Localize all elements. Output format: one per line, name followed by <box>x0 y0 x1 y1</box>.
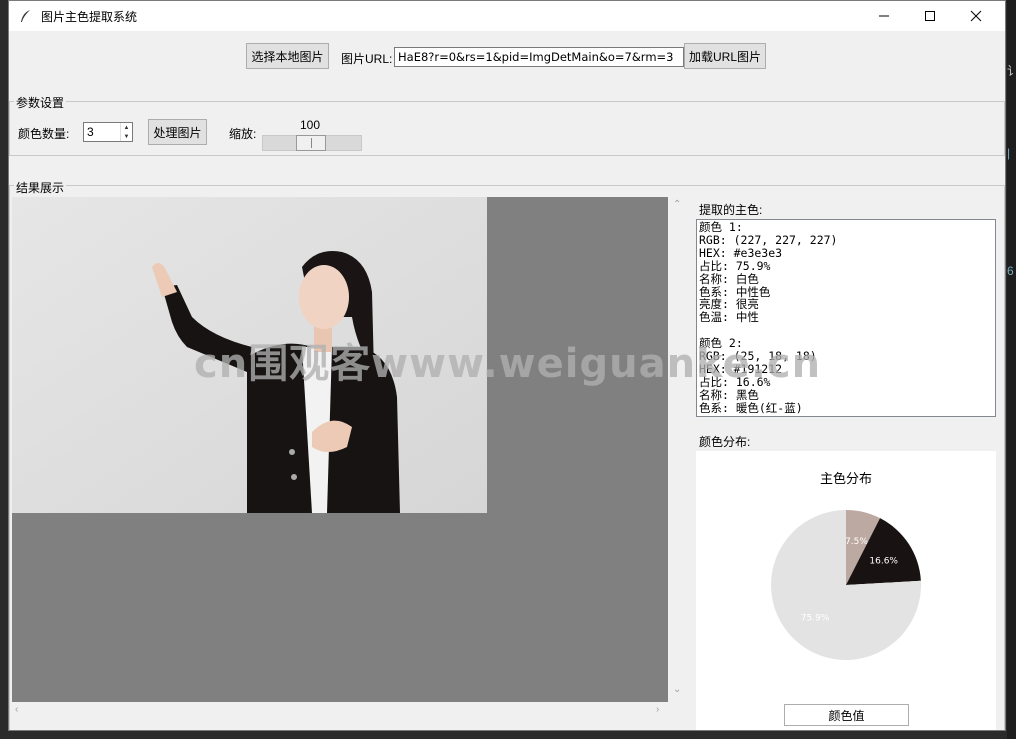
canvas-horizontal-scrollbar[interactable]: ‹ › <box>12 703 668 720</box>
spin-down-icon[interactable]: ▼ <box>124 134 130 140</box>
maximize-icon <box>925 11 935 21</box>
scroll-down-icon[interactable]: ⌄ <box>673 684 681 695</box>
maximize-button[interactable] <box>907 1 953 31</box>
color-count-spinbox[interactable]: 3 ▲ ▼ <box>83 122 133 142</box>
process-image-button[interactable]: 处理图片 <box>148 119 207 145</box>
minimize-button[interactable] <box>861 1 907 31</box>
pie-label-75.9%: 75.9% <box>801 614 830 624</box>
minimize-icon <box>879 15 889 17</box>
bg-glyph-3: 6 <box>1007 264 1014 278</box>
chart-title: 主色分布 <box>820 471 872 487</box>
color-count-value: 3 <box>87 125 94 139</box>
pie-chart: 主色分布 7.5%16.6% 75.9% <box>771 471 921 660</box>
pie-label-7.5%: 7.5% <box>845 537 868 547</box>
scroll-left-icon[interactable]: ‹ <box>15 704 18 715</box>
window-title: 图片主色提取系统 <box>41 9 138 24</box>
image-canvas[interactable] <box>12 197 668 702</box>
close-icon <box>970 10 982 22</box>
canvas-vertical-scrollbar[interactable]: ⌃ ⌄ <box>669 197 687 702</box>
close-button[interactable] <box>953 1 999 31</box>
pie-chart-panel: 主色分布 7.5% 16.6% 75.9% <box>696 451 996 730</box>
results-group-title: 结果展示 <box>14 179 67 196</box>
url-input[interactable]: HaE8?r=0&rs=1&pid=ImgDetMain&o=7&rm=3 <box>394 47 684 67</box>
select-local-image-button[interactable]: 选择本地图片 <box>246 43 329 69</box>
app-window: 图片主色提取系统 选择本地图片 图片URL: HaE8?r=0&rs=1&pid… <box>8 0 1006 731</box>
params-group-title: 参数设置 <box>14 94 67 111</box>
bg-glyph-2: | <box>1007 146 1011 160</box>
spin-up-icon[interactable]: ▲ <box>124 125 130 131</box>
watermark-text: cn围观客www.weiguanke.cn <box>194 341 822 387</box>
zoom-label: 缩放: <box>229 127 257 141</box>
color-count-label: 颜色数量: <box>18 127 70 141</box>
pie-label-16.6%: 16.6% <box>869 556 898 566</box>
zoom-slider-handle[interactable] <box>296 135 326 151</box>
scroll-right-icon[interactable]: › <box>656 704 659 715</box>
distribution-label: 颜色分布: <box>699 435 751 449</box>
extracted-colors-label: 提取的主色: <box>699 203 763 217</box>
zoom-value: 100 <box>300 118 321 132</box>
feather-icon <box>21 10 30 22</box>
scroll-up-icon[interactable]: ⌃ <box>673 199 681 210</box>
load-url-image-button[interactable]: 加载URL图片 <box>684 43 766 69</box>
bg-glyph-1: 讠 <box>1007 64 1016 78</box>
background-window-strip: 讠 | 6 <box>1007 0 1016 739</box>
url-label: 图片URL: <box>341 52 393 66</box>
title-bar: 图片主色提取系统 <box>9 1 1005 31</box>
color-value-button[interactable]: 颜色值 <box>784 704 909 726</box>
